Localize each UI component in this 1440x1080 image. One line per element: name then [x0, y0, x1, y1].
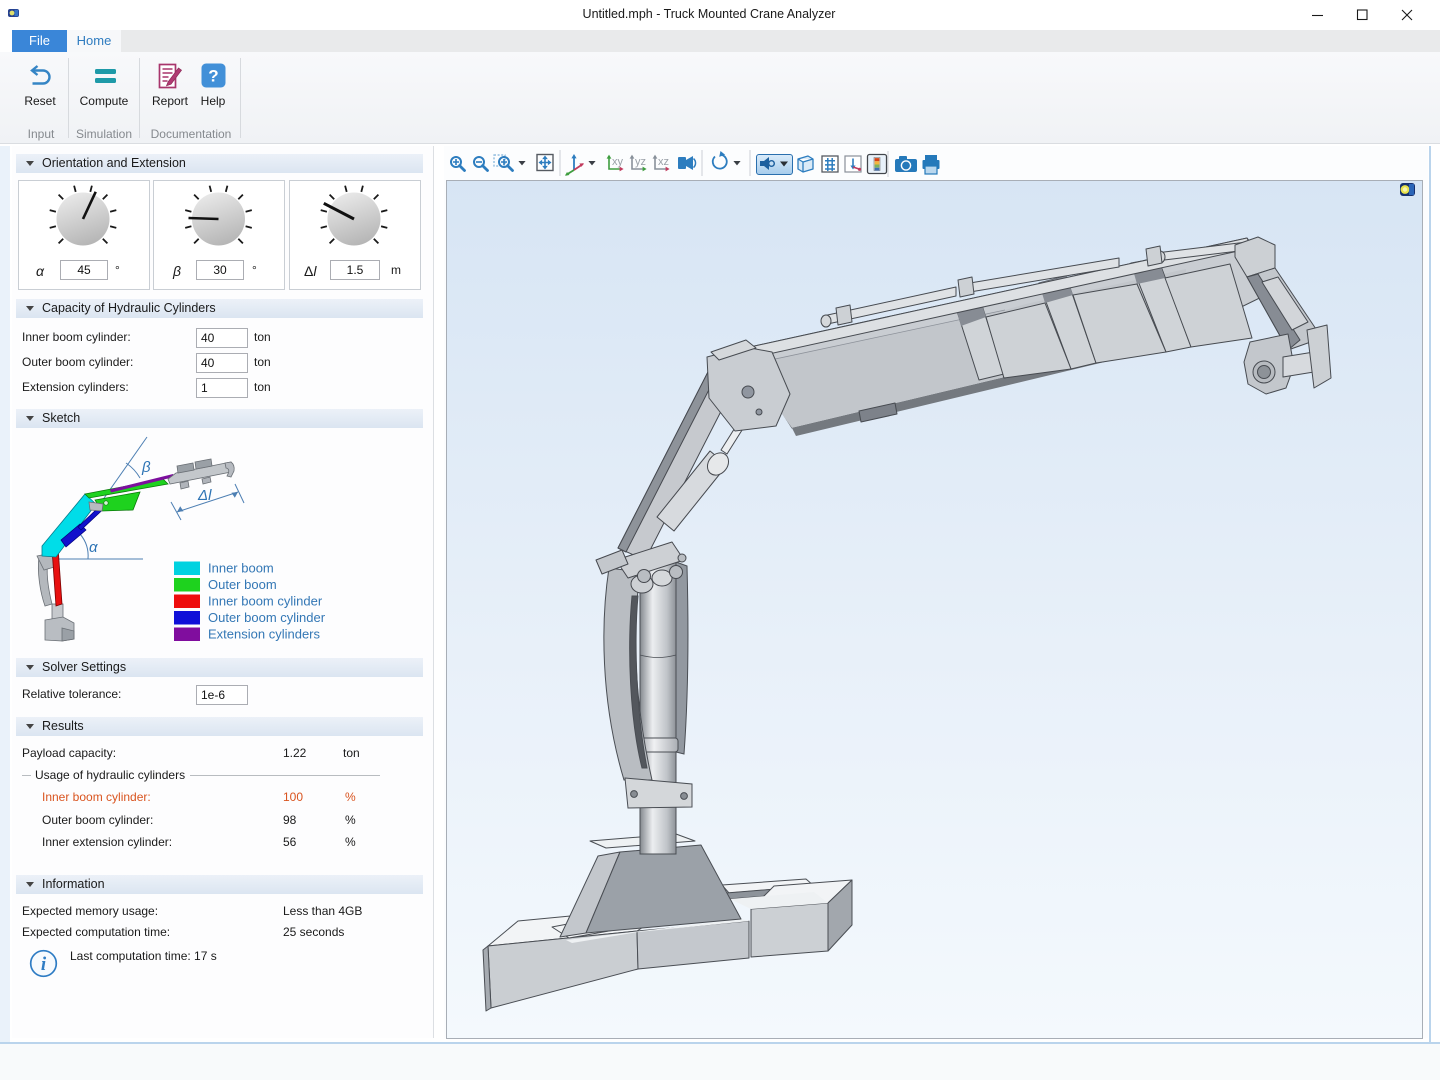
- svg-text:xy: xy: [612, 156, 624, 168]
- svg-text:Outer boom cylinder: Outer boom cylinder: [208, 610, 326, 625]
- svg-text:i: i: [41, 954, 47, 975]
- svg-text:?: ?: [208, 67, 218, 86]
- svg-text:Inner boom: Inner boom: [208, 561, 274, 576]
- svg-text:yz: yz: [635, 156, 646, 168]
- svg-text:xz: xz: [658, 156, 669, 168]
- svg-text:Δl: Δl: [197, 487, 212, 504]
- svg-text:Extension cylinders: Extension cylinders: [208, 627, 320, 642]
- svg-text:Inner boom cylinder: Inner boom cylinder: [208, 594, 323, 609]
- svg-text:β: β: [141, 459, 151, 476]
- svg-text:Outer boom: Outer boom: [208, 577, 277, 592]
- svg-text:α: α: [89, 539, 98, 556]
